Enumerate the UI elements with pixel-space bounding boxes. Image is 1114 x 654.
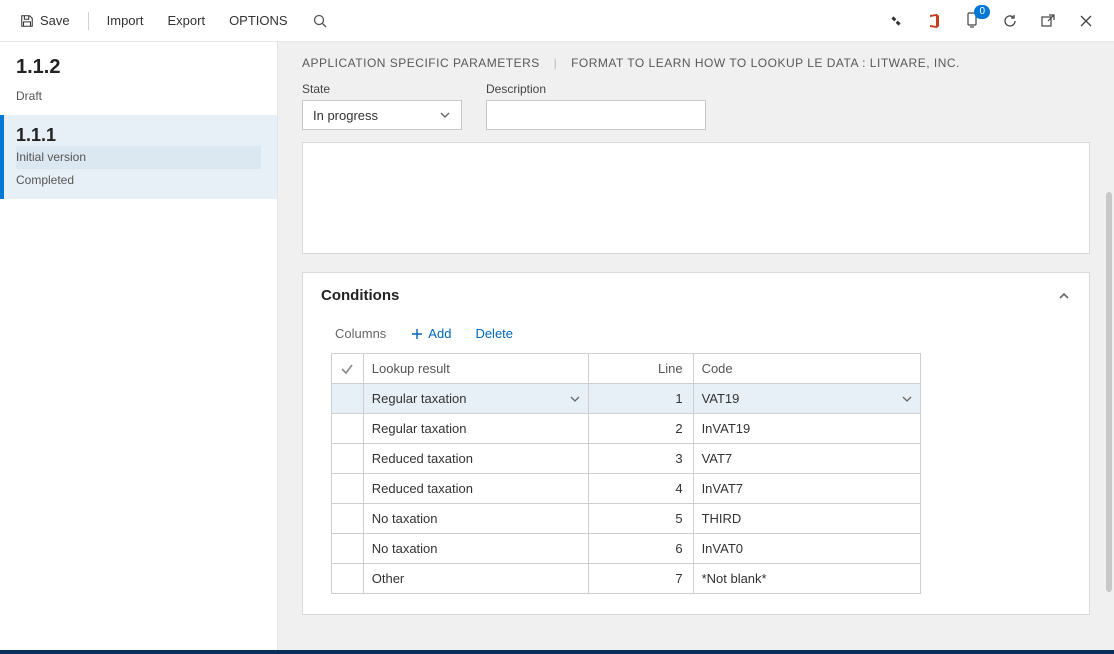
popout-icon[interactable] [1038, 11, 1058, 31]
version-status: Draft [16, 89, 261, 103]
lookup-cell[interactable]: Regular taxation [363, 414, 588, 444]
line-cell[interactable]: 5 [589, 504, 693, 534]
line-cell[interactable]: 1 [589, 384, 693, 414]
code-cell[interactable]: VAT7 [693, 444, 920, 474]
row-check-cell[interactable] [332, 384, 364, 414]
options-button[interactable]: OPTIONS [219, 7, 298, 34]
import-button[interactable]: Import [97, 7, 154, 34]
chevron-down-icon [902, 394, 912, 404]
line-cell[interactable]: 7 [589, 564, 693, 594]
version-number: 1.1.1 [16, 125, 261, 146]
table-row[interactable]: Reduced taxation3VAT7 [332, 444, 921, 474]
lookup-cell[interactable]: Regular taxation [363, 384, 588, 414]
row-check-cell[interactable] [332, 564, 364, 594]
table-row[interactable]: Regular taxation2InVAT19 [332, 414, 921, 444]
top-toolbar: Save Import Export OPTIONS 0 [0, 0, 1114, 42]
conditions-header[interactable]: Conditions [303, 273, 1089, 318]
save-icon [20, 14, 34, 28]
row-check-cell[interactable] [332, 504, 364, 534]
line-cell[interactable]: 4 [589, 474, 693, 504]
table-row[interactable]: No taxation5THIRD [332, 504, 921, 534]
code-cell[interactable]: InVAT0 [693, 534, 920, 564]
state-label: State [302, 82, 462, 96]
conditions-section: Conditions Columns Add Delete [302, 272, 1090, 615]
save-label: Save [40, 13, 70, 28]
version-number: 1.1.2 [16, 56, 261, 79]
sidebar-version-2[interactable]: 1.1.1 Initial version Completed [0, 115, 277, 199]
add-button[interactable]: Add [410, 326, 451, 341]
code-cell[interactable]: VAT19 [693, 384, 920, 414]
code-cell[interactable]: InVAT7 [693, 474, 920, 504]
columns-link[interactable]: Columns [335, 326, 386, 341]
check-icon [340, 362, 354, 376]
code-cell[interactable]: InVAT19 [693, 414, 920, 444]
line-cell[interactable]: 3 [589, 444, 693, 474]
main-pane: APPLICATION SPECIFIC PARAMETERS | FORMAT… [278, 42, 1114, 650]
check-column-header[interactable] [332, 354, 364, 384]
close-icon[interactable] [1076, 11, 1096, 31]
lookup-cell[interactable]: Reduced taxation [363, 444, 588, 474]
table-row[interactable]: Reduced taxation4InVAT7 [332, 474, 921, 504]
table-row[interactable]: Other7*Not blank* [332, 564, 921, 594]
office-icon[interactable] [924, 11, 944, 31]
breadcrumb: APPLICATION SPECIFIC PARAMETERS | FORMAT… [278, 42, 1114, 74]
chevron-down-icon [439, 109, 451, 121]
sidebar-version-1[interactable]: 1.1.2 Draft [0, 42, 277, 115]
search-icon [312, 13, 328, 29]
row-check-cell[interactable] [332, 444, 364, 474]
line-cell[interactable]: 6 [589, 534, 693, 564]
upper-card [302, 142, 1090, 254]
lookup-cell[interactable]: No taxation [363, 504, 588, 534]
delete-button[interactable]: Delete [475, 326, 513, 341]
version-sidebar: 1.1.2 Draft 1.1.1 Initial version Comple… [0, 42, 278, 650]
code-column-header[interactable]: Code [693, 354, 920, 384]
lookup-cell[interactable]: Reduced taxation [363, 474, 588, 504]
connect-icon[interactable] [886, 11, 906, 31]
table-row[interactable]: Regular taxation1VAT19 [332, 384, 921, 414]
conditions-grid: Lookup result Line Code Regular taxation… [331, 353, 921, 594]
row-check-cell[interactable] [332, 414, 364, 444]
code-cell[interactable]: *Not blank* [693, 564, 920, 594]
save-button[interactable]: Save [10, 7, 80, 34]
lookup-cell[interactable]: Other [363, 564, 588, 594]
scrollbar[interactable] [1106, 192, 1112, 592]
version-meta: Initial version [16, 146, 261, 169]
code-cell[interactable]: THIRD [693, 504, 920, 534]
lookup-column-header[interactable]: Lookup result [363, 354, 588, 384]
line-cell[interactable]: 2 [589, 414, 693, 444]
description-input[interactable] [486, 100, 706, 130]
description-label: Description [486, 82, 706, 96]
version-meta: Completed [16, 169, 261, 191]
notification-count: 0 [974, 5, 990, 19]
state-select[interactable]: In progress [302, 100, 462, 130]
chevron-down-icon [570, 394, 580, 404]
row-check-cell[interactable] [332, 474, 364, 504]
line-column-header[interactable]: Line [589, 354, 693, 384]
notifications-icon[interactable]: 0 [962, 11, 982, 31]
plus-icon [410, 327, 424, 341]
table-row[interactable]: No taxation6InVAT0 [332, 534, 921, 564]
chevron-up-icon [1057, 289, 1071, 303]
export-button[interactable]: Export [157, 7, 215, 34]
lookup-cell[interactable]: No taxation [363, 534, 588, 564]
row-check-cell[interactable] [332, 534, 364, 564]
search-button[interactable] [302, 7, 338, 35]
toolbar-divider [88, 12, 89, 30]
refresh-icon[interactable] [1000, 11, 1020, 31]
